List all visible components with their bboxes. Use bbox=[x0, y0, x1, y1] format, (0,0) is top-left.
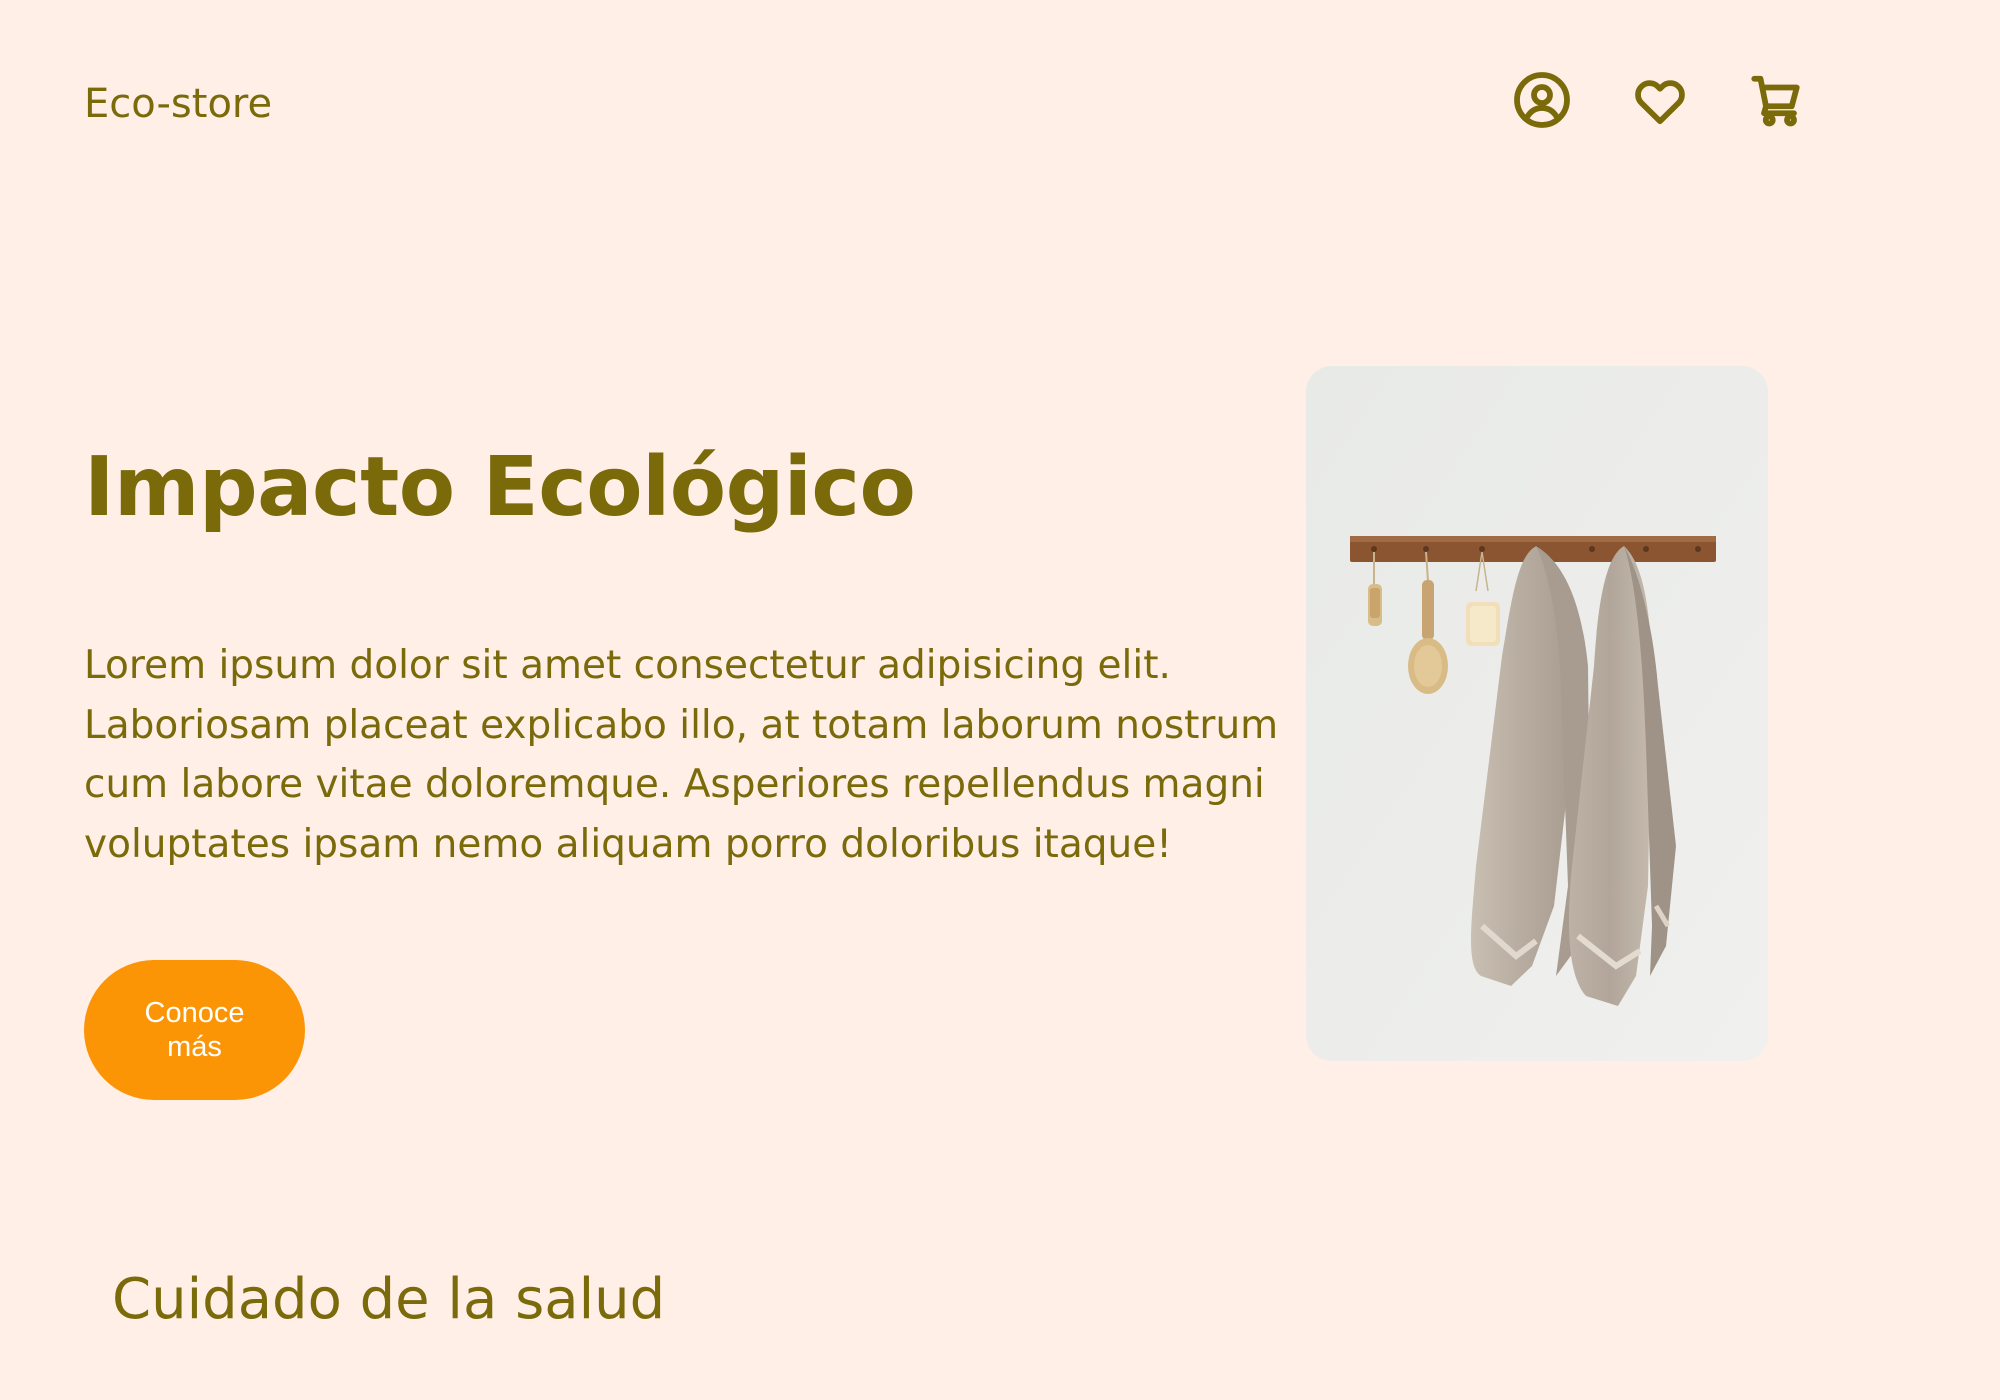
shopping-cart-icon[interactable] bbox=[1748, 70, 1808, 130]
brand-logo[interactable]: Eco-store bbox=[84, 78, 272, 130]
learn-more-button[interactable]: Conoce más bbox=[84, 960, 305, 1100]
section-title-health-care: Cuidado de la salud bbox=[112, 1267, 666, 1332]
heart-icon[interactable] bbox=[1630, 70, 1690, 130]
hero-image-towels bbox=[1306, 366, 1768, 1061]
hero-title: Impacto Ecológico bbox=[84, 440, 916, 535]
user-account-icon[interactable] bbox=[1512, 70, 1572, 130]
header-actions bbox=[1512, 70, 1808, 130]
hero-description: Lorem ipsum dolor sit amet consectetur a… bbox=[84, 643, 1279, 867]
